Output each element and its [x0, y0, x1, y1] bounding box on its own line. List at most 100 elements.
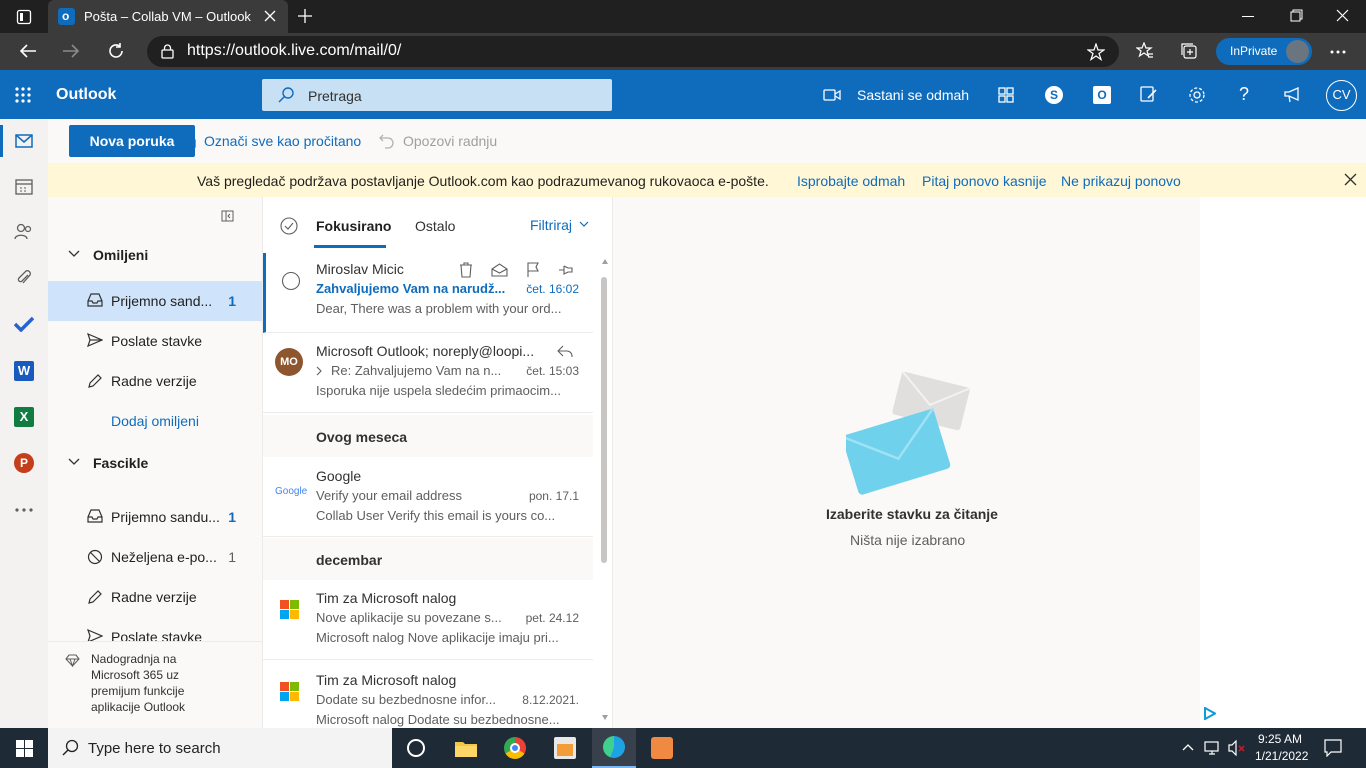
add-favorite[interactable]: Dodaj omiljeni [48, 401, 262, 441]
upgrade-promo[interactable]: Nadogradnja na Microsoft 365 uz premijum… [48, 641, 262, 728]
app-launcher-icon[interactable] [15, 87, 31, 103]
tab-actions-icon[interactable] [16, 9, 32, 25]
meet-now-button[interactable]: Sastani se odmah [857, 87, 969, 103]
search-icon [278, 87, 294, 103]
address-bar[interactable]: https://outlook.live.com/mail/0/ [147, 36, 1119, 67]
filter-button[interactable]: Filtriraj [530, 217, 572, 233]
more-options-icon[interactable] [1330, 50, 1346, 54]
select-circle-icon[interactable] [281, 271, 301, 291]
network-icon[interactable] [1204, 740, 1222, 756]
minimize-icon[interactable] [1242, 16, 1254, 17]
account-avatar[interactable]: CV [1326, 80, 1357, 111]
message-date: čet. 16:02 [526, 282, 579, 296]
folder-inbox[interactable]: Prijemno sandu... 1 [48, 497, 262, 537]
notifications-icon[interactable] [1324, 739, 1342, 757]
favorite-drafts-label: Radne verzije [111, 373, 197, 389]
taskbar-search-input[interactable]: Type here to search [48, 728, 392, 768]
delete-icon[interactable] [459, 262, 473, 278]
pencil-icon [87, 589, 103, 605]
task-view-icon[interactable] [407, 739, 425, 757]
app-name[interactable]: Outlook [56, 86, 116, 104]
powerpoint-icon[interactable]: P [14, 453, 34, 473]
folder-junk[interactable]: Neželjena e-po... 1 [48, 537, 262, 577]
scroll-thumb[interactable] [601, 277, 607, 563]
folder-drafts[interactable]: Radne verzije [48, 577, 262, 617]
message-item[interactable]: Google Google Verify your email address … [263, 457, 593, 537]
snip-app-icon[interactable] [651, 737, 673, 759]
message-item[interactable]: Tim za Microsoft nalog Dodate su bezbedn… [263, 662, 593, 728]
favorite-inbox[interactable]: Prijemno sand... 1 [48, 281, 262, 321]
chevron-down-icon [68, 250, 80, 258]
window-close-icon[interactable] [1336, 9, 1349, 22]
favorite-drafts[interactable]: Radne verzije [48, 361, 262, 401]
word-icon[interactable]: W [14, 361, 34, 381]
undo-button[interactable]: Opozovi radnju [403, 133, 497, 149]
chevron-right-icon[interactable] [316, 366, 323, 376]
diamond-icon [65, 654, 80, 667]
collapse-pane-icon[interactable] [221, 210, 234, 222]
new-message-button[interactable]: Nova poruka [69, 125, 195, 157]
mark-read-icon[interactable] [179, 134, 196, 148]
favorite-add-icon[interactable] [1087, 43, 1105, 61]
refresh-icon[interactable] [107, 42, 125, 60]
mail-icon[interactable] [15, 134, 33, 148]
try-now-link[interactable]: Isprobajte odmah [797, 173, 905, 189]
my-day-icon[interactable] [998, 87, 1014, 103]
back-icon[interactable] [19, 42, 37, 60]
favorites-icon[interactable] [1136, 42, 1154, 60]
skype-icon[interactable]: S [1045, 86, 1063, 104]
windows-start-icon[interactable] [16, 740, 33, 757]
help-icon[interactable]: ? [1239, 84, 1249, 105]
inprivate-badge[interactable]: InPrivate [1216, 38, 1312, 65]
people-icon[interactable] [14, 223, 34, 241]
calendar-icon[interactable] [15, 179, 33, 195]
restore-icon[interactable] [1290, 9, 1303, 22]
select-all-icon[interactable] [280, 217, 298, 235]
message-item[interactable]: MO Microsoft Outlook; noreply@loopi... R… [263, 335, 593, 413]
todo-icon[interactable] [14, 316, 34, 332]
whats-new-megaphone-icon[interactable] [1284, 87, 1302, 103]
adchoices-icon[interactable] [1203, 707, 1216, 720]
scroll-up-icon[interactable] [602, 259, 608, 264]
folder-sent[interactable]: Poslate stavke [48, 617, 262, 641]
office-icon[interactable]: O [1093, 86, 1111, 104]
volume-muted-icon[interactable] [1228, 740, 1246, 756]
new-tab-icon[interactable] [297, 8, 313, 24]
list-scrollbar[interactable] [599, 257, 611, 728]
tab-other[interactable]: Ostalo [415, 218, 455, 234]
message-item[interactable]: Miroslav Micic Zahvaljujemo Vam na narud… [263, 253, 593, 333]
edge-taskbar-button[interactable] [592, 728, 636, 768]
browser-tab[interactable]: o Pošta – Collab VM – Outlook [48, 0, 288, 33]
file-explorer-icon[interactable] [455, 739, 477, 757]
more-apps-icon[interactable] [15, 508, 33, 512]
scroll-down-icon[interactable] [602, 715, 608, 720]
search-input[interactable]: Pretraga [262, 79, 612, 111]
folders-header[interactable]: Fascikle [48, 443, 262, 483]
section-december: decembar [316, 552, 383, 568]
favorites-header[interactable]: Omiljeni [48, 235, 262, 275]
video-icon[interactable] [823, 89, 841, 101]
clock-time[interactable]: 9:25 AM [1258, 732, 1302, 746]
pin-icon[interactable] [558, 263, 574, 277]
favorite-sent[interactable]: Poslate stavke [48, 321, 262, 361]
ask-later-link[interactable]: Pitaj ponovo kasnije [922, 173, 1047, 189]
close-banner-icon[interactable] [1344, 173, 1357, 186]
feedback-icon[interactable] [1140, 86, 1158, 104]
forward-icon[interactable] [62, 42, 80, 60]
settings-gear-icon[interactable] [1188, 86, 1206, 104]
excel-icon[interactable]: X [14, 407, 34, 427]
close-tab-icon[interactable] [264, 10, 276, 22]
mark-all-read-button[interactable]: Označi sve kao pročitano [204, 133, 361, 149]
clock-date[interactable]: 1/21/2022 [1255, 749, 1308, 763]
flag-icon[interactable] [526, 262, 540, 278]
store-app-icon[interactable] [554, 737, 576, 759]
chevron-up-icon[interactable] [1182, 743, 1194, 751]
undo-icon[interactable] [379, 133, 395, 149]
chrome-icon[interactable] [504, 737, 526, 759]
tab-focused[interactable]: Fokusirano [316, 218, 391, 234]
attachment-icon[interactable] [16, 269, 32, 287]
mark-read-icon[interactable] [491, 263, 508, 277]
collections-icon[interactable] [1180, 42, 1198, 60]
message-item[interactable]: Tim za Microsoft nalog Nove aplikacije s… [263, 580, 593, 660]
dont-show-link[interactable]: Ne prikazuj ponovo [1061, 173, 1181, 189]
